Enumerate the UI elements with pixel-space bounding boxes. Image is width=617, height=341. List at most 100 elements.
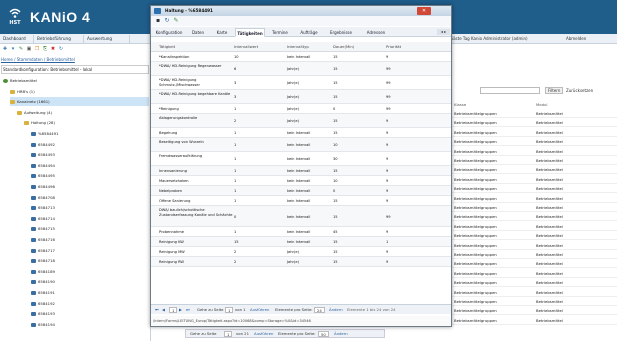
- config-select[interactable]: Standardkonfiguration: Betriebsmittel - …: [1, 65, 149, 74]
- reset-button[interactable]: Zurücksetzen: [566, 87, 593, 94]
- tree-node[interactable]: Aufweitung (4): [17, 108, 149, 117]
- activity-row[interactable]: Beseitigung von Wurzeln 1 kein Intervall 10…: [151, 138, 451, 152]
- tree-node[interactable]: HRB's (1): [10, 87, 149, 96]
- refresh-icon[interactable]: ↻: [164, 18, 170, 24]
- table-row[interactable]: Betriebsmittelgruppen Betriebsmittel: [452, 204, 617, 212]
- tab-karte[interactable]: Karte: [211, 28, 233, 37]
- hst-logo[interactable]: HST: [6, 6, 24, 28]
- nav-tab-auswertung[interactable]: Auswertung: [84, 35, 130, 43]
- tree-node[interactable]: Haltung (28): [24, 118, 149, 127]
- filter-button[interactable]: Filtern: [545, 87, 564, 94]
- tree-node[interactable]: 6584493: [31, 150, 149, 159]
- table-row[interactable]: Betriebsmittelgruppen Betriebsmittel: [452, 119, 617, 128]
- activity-row[interactable]: Mauersetzhaken 1 kein Intervall 10 9: [151, 176, 451, 186]
- activity-row[interactable]: Reinigung RW 2 Jahr(e) 15 9: [151, 257, 451, 267]
- col-taetigkeit[interactable]: Tätigkeit: [159, 42, 175, 52]
- execute-button[interactable]: Ausführen: [254, 330, 273, 337]
- table-row[interactable]: Betriebsmittelgruppen Betriebsmittel: [452, 232, 617, 241]
- save-icon[interactable]: ▪: [155, 18, 161, 24]
- activity-row[interactable]: Probennahme 1 kein Intervall 45 9: [151, 227, 451, 237]
- activity-row[interactable]: Begehung 1 kein Intervall 15 9: [151, 128, 451, 138]
- tab-ergebnisse[interactable]: Ergebnisse: [325, 28, 357, 37]
- activity-row[interactable]: *DWA/ HD-Reinigung Regenwasser 6 Jahr(e) 15…: [151, 62, 451, 76]
- activity-row[interactable]: *DWA/ HD-Reinigung Schmutz-/Mischwasser 3…: [151, 76, 451, 90]
- execute-button[interactable]: Ausführen: [250, 305, 269, 315]
- activity-row[interactable]: Fremdwasseraufklärung 1 kein Intervall 30 9: [151, 152, 451, 166]
- current-page[interactable]: 1: [169, 307, 178, 313]
- tree-node[interactable]: 6584714: [31, 214, 149, 223]
- paste-icon[interactable]: ⎘: [42, 46, 48, 52]
- dialog-title[interactable]: Haltung - %6584491: [151, 6, 451, 16]
- tree-node[interactable]: Betriebsmittel: [3, 76, 149, 85]
- activity-row[interactable]: *Kanalinspektion 10 kein Intervall 15 9: [151, 52, 451, 62]
- search-input[interactable]: [480, 87, 540, 94]
- print-icon[interactable]: ▣: [26, 46, 32, 52]
- close-button[interactable]: ✕: [417, 7, 431, 15]
- activity-row[interactable]: Reinigung KW 15 kein Intervall 15 1: [151, 237, 451, 247]
- col-modul[interactable]: Modul: [536, 102, 547, 107]
- table-row[interactable]: Betriebsmittelgruppen Betriebsmittel: [452, 270, 617, 278]
- activity-row[interactable]: Reinigung MW 2 Jahr(e) 15 9: [151, 247, 451, 257]
- per-page-input[interactable]: 24: [314, 307, 325, 313]
- tree-node[interactable]: 6584713: [31, 203, 149, 212]
- table-row[interactable]: Betriebsmittelgruppen Betriebsmittel: [452, 176, 617, 184]
- tree-node[interactable]: 6584492: [31, 140, 149, 149]
- tab-auftraege[interactable]: Aufträge: [295, 28, 323, 37]
- activity-row[interactable]: Ablagerungskontrolle 2 Jahr(e) 15 9: [151, 114, 451, 128]
- table-row[interactable]: Betriebsmittelgruppen Betriebsmittel: [452, 251, 617, 259]
- tree-node[interactable]: 6584718: [31, 256, 149, 265]
- change-button[interactable]: Ändern: [329, 305, 343, 315]
- table-row[interactable]: Betriebsmittelgruppen Betriebsmittel: [452, 307, 617, 316]
- tree-node[interactable]: 6584191: [31, 288, 149, 297]
- activity-row[interactable]: Nebelproben 1 kein Intervall 0 9: [151, 186, 451, 196]
- table-row[interactable]: Betriebsmittelgruppen Betriebsmittel: [452, 279, 617, 288]
- table-row[interactable]: Betriebsmittelgruppen Betriebsmittel: [452, 298, 617, 306]
- next-page-icon[interactable]: ▶: [179, 305, 182, 315]
- edit-icon[interactable]: ✎: [173, 18, 179, 24]
- table-row[interactable]: Betriebsmittelgruppen Betriebsmittel: [452, 317, 617, 325]
- first-page-icon[interactable]: ⏮: [155, 305, 158, 315]
- table-row[interactable]: Betriebsmittelgruppen Betriebsmittel: [452, 148, 617, 156]
- table-row[interactable]: Betriebsmittelgruppen Betriebsmittel: [452, 110, 617, 118]
- tab-scroll-arrows[interactable]: ◂ ▸: [437, 29, 450, 35]
- table-row[interactable]: Betriebsmittelgruppen Betriebsmittel: [452, 260, 617, 269]
- tree-node[interactable]: 6584190: [31, 277, 149, 286]
- tree-node[interactable]: 6584194: [31, 320, 149, 329]
- logout-button[interactable]: Abmelden: [566, 35, 586, 43]
- col-intervallwert[interactable]: Intervallwert: [234, 42, 258, 52]
- table-row[interactable]: Betriebsmittelgruppen Betriebsmittel: [452, 138, 617, 147]
- tree-node[interactable]: 6584715: [31, 224, 149, 233]
- tab-daten[interactable]: Daten: [187, 28, 209, 37]
- tree-node[interactable]: 6584193: [31, 309, 149, 318]
- table-row[interactable]: Betriebsmittelgruppen Betriebsmittel: [452, 223, 617, 231]
- col-dauer[interactable]: Dauer(Min): [333, 42, 354, 52]
- activity-row[interactable]: *Reinigung 1 Jahr(e) 0 99: [151, 104, 451, 114]
- tab-taetigkeiten[interactable]: Tätigkeiten: [235, 28, 265, 37]
- tree-node[interactable]: 6584708: [31, 193, 149, 202]
- tree-node[interactable]: 6584717: [31, 246, 149, 255]
- table-row[interactable]: Betriebsmittelgruppen Betriebsmittel: [452, 289, 617, 297]
- copy-icon[interactable]: ❐: [34, 46, 40, 52]
- tab-termine[interactable]: Termine: [267, 28, 293, 37]
- edit-icon[interactable]: ✎: [18, 46, 24, 52]
- tree-node[interactable]: 6584716: [31, 235, 149, 244]
- table-row[interactable]: Betriebsmittelgruppen Betriebsmittel: [452, 185, 617, 194]
- tree-node[interactable]: 6584496: [31, 182, 149, 191]
- table-row[interactable]: Betriebsmittelgruppen Betriebsmittel: [452, 166, 617, 175]
- tree-node[interactable]: Kanalnetz (1661): [10, 97, 149, 107]
- table-row[interactable]: Betriebsmittelgruppen Betriebsmittel: [452, 242, 617, 250]
- breadcrumb[interactable]: Home / Stammdaten / Betriebsmittel: [1, 57, 75, 62]
- tree-node[interactable]: 6584192: [31, 299, 149, 308]
- tree-node[interactable]: 6584494: [31, 161, 149, 170]
- table-row[interactable]: Betriebsmittelgruppen Betriebsmittel: [452, 195, 617, 203]
- prev-page-icon[interactable]: ◀: [162, 305, 165, 315]
- activity-row[interactable]: DWA/ baulich/schottische Zustandserfassu…: [151, 206, 451, 227]
- delete-icon[interactable]: ✖: [50, 46, 56, 52]
- table-row[interactable]: Betriebsmittelgruppen Betriebsmittel: [452, 129, 617, 137]
- activity-row[interactable]: Innensanierung 1 kein Intervall 15 9: [151, 166, 451, 176]
- page-input[interactable]: 1: [225, 307, 234, 313]
- activity-row[interactable]: *DWA/ HD-Reinigung begehbare Kanäle 3 Jahr…: [151, 90, 451, 104]
- tree-node[interactable]: 6584495: [31, 171, 149, 180]
- nav-tab-betriebsfuehrung[interactable]: Betriebsführung: [34, 35, 84, 43]
- page-input[interactable]: 1: [224, 331, 233, 337]
